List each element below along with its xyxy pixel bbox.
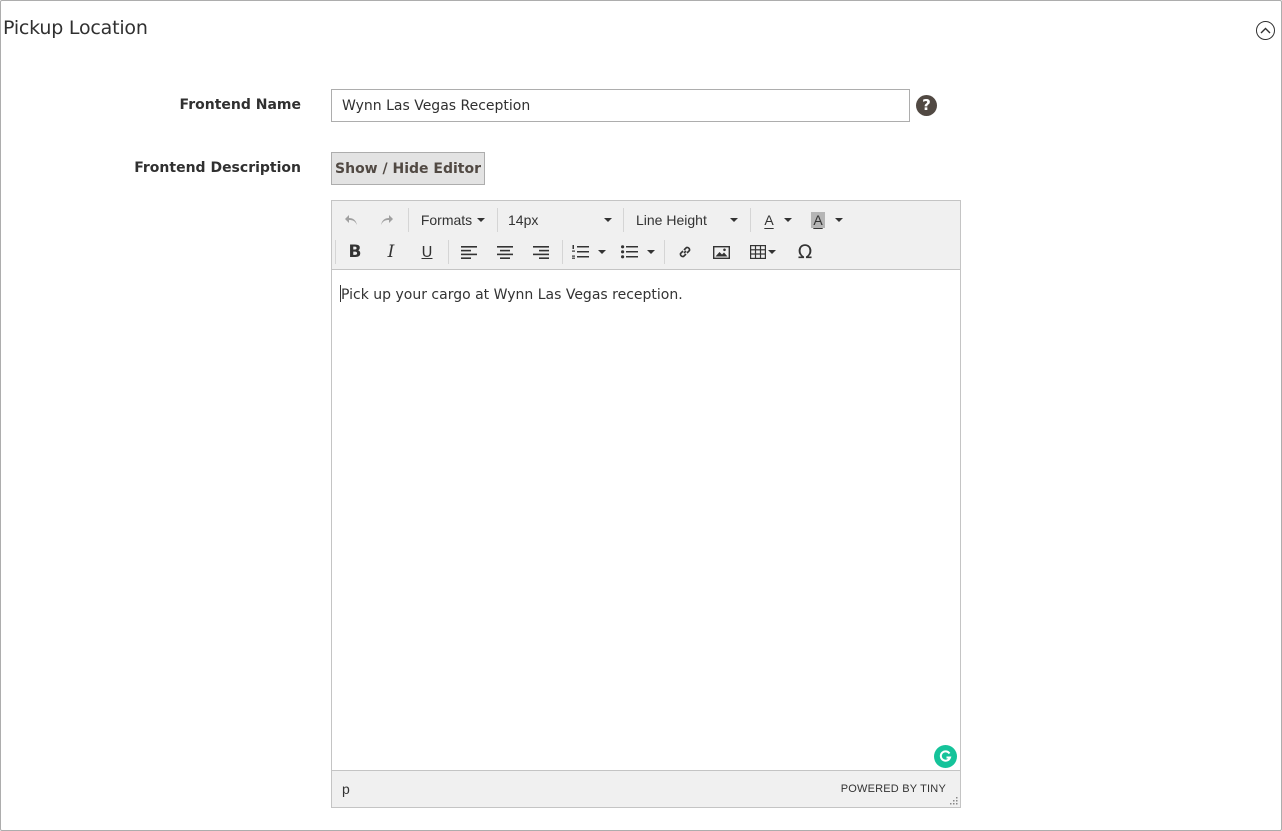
collapse-chevron-up-icon[interactable] (1256, 21, 1275, 40)
chevron-down-icon (604, 218, 612, 222)
chevron-down-icon (834, 218, 843, 222)
background-color-button[interactable]: A (806, 206, 848, 234)
element-path[interactable]: p (342, 781, 350, 797)
align-right-icon[interactable] (528, 238, 554, 266)
italic-button[interactable]: I (378, 238, 404, 266)
editor-toolbar: Formats 14px Line Height A A B I U Ω (332, 201, 960, 270)
frontend-name-label: Frontend Name (179, 97, 301, 113)
editor-content-area[interactable]: Pick up your cargo at Wynn Las Vegas rec… (332, 271, 960, 770)
text-color-button[interactable]: A (758, 206, 798, 234)
line-height-dropdown[interactable]: Line Height (632, 206, 742, 234)
help-icon[interactable]: ? (916, 95, 937, 116)
bullet-list-icon (621, 245, 638, 259)
redo-icon[interactable] (374, 206, 400, 234)
font-size-label: 14px (508, 212, 539, 228)
chevron-down-icon (598, 250, 606, 254)
resize-handle-icon[interactable] (950, 797, 958, 805)
chevron-down-icon (477, 218, 486, 222)
image-icon[interactable] (708, 238, 734, 266)
rich-text-editor: Formats 14px Line Height A A B I U Ω Pic… (331, 200, 961, 808)
line-height-label: Line Height (636, 212, 707, 228)
numbered-list-button[interactable] (568, 238, 610, 266)
grammarly-icon[interactable] (934, 745, 957, 768)
pickup-location-panel: Pickup Location Frontend Name ? Frontend… (0, 0, 1282, 831)
text-color-icon: A (764, 212, 774, 228)
table-button[interactable] (746, 238, 780, 266)
powered-by-tiny-link[interactable]: POWERED BY TINY (841, 783, 946, 795)
chevron-down-icon (768, 250, 776, 254)
formats-label: Formats (420, 212, 473, 228)
background-color-icon: A (811, 212, 825, 228)
table-icon (750, 245, 766, 259)
align-center-icon[interactable] (492, 238, 518, 266)
bold-button[interactable]: B (342, 238, 368, 266)
bullet-list-button[interactable] (618, 238, 658, 266)
numbered-list-icon (572, 245, 589, 259)
special-character-omega-icon[interactable]: Ω (792, 238, 818, 266)
chevron-down-icon (783, 218, 792, 222)
formats-dropdown[interactable]: Formats (416, 206, 490, 234)
undo-icon[interactable] (338, 206, 364, 234)
link-icon[interactable] (672, 238, 698, 266)
section-title: Pickup Location (3, 17, 148, 39)
font-size-dropdown[interactable]: 14px (504, 206, 616, 234)
editor-statusbar: p POWERED BY TINY (332, 770, 960, 807)
underline-button[interactable]: U (414, 238, 440, 266)
chevron-down-icon (647, 250, 655, 254)
chevron-down-icon (730, 218, 738, 222)
align-left-icon[interactable] (456, 238, 482, 266)
frontend-name-input[interactable] (331, 89, 910, 122)
frontend-description-label: Frontend Description (134, 160, 301, 176)
show-hide-editor-button[interactable]: Show / Hide Editor (331, 152, 485, 185)
editor-content-text: Pick up your cargo at Wynn Las Vegas rec… (341, 287, 683, 303)
